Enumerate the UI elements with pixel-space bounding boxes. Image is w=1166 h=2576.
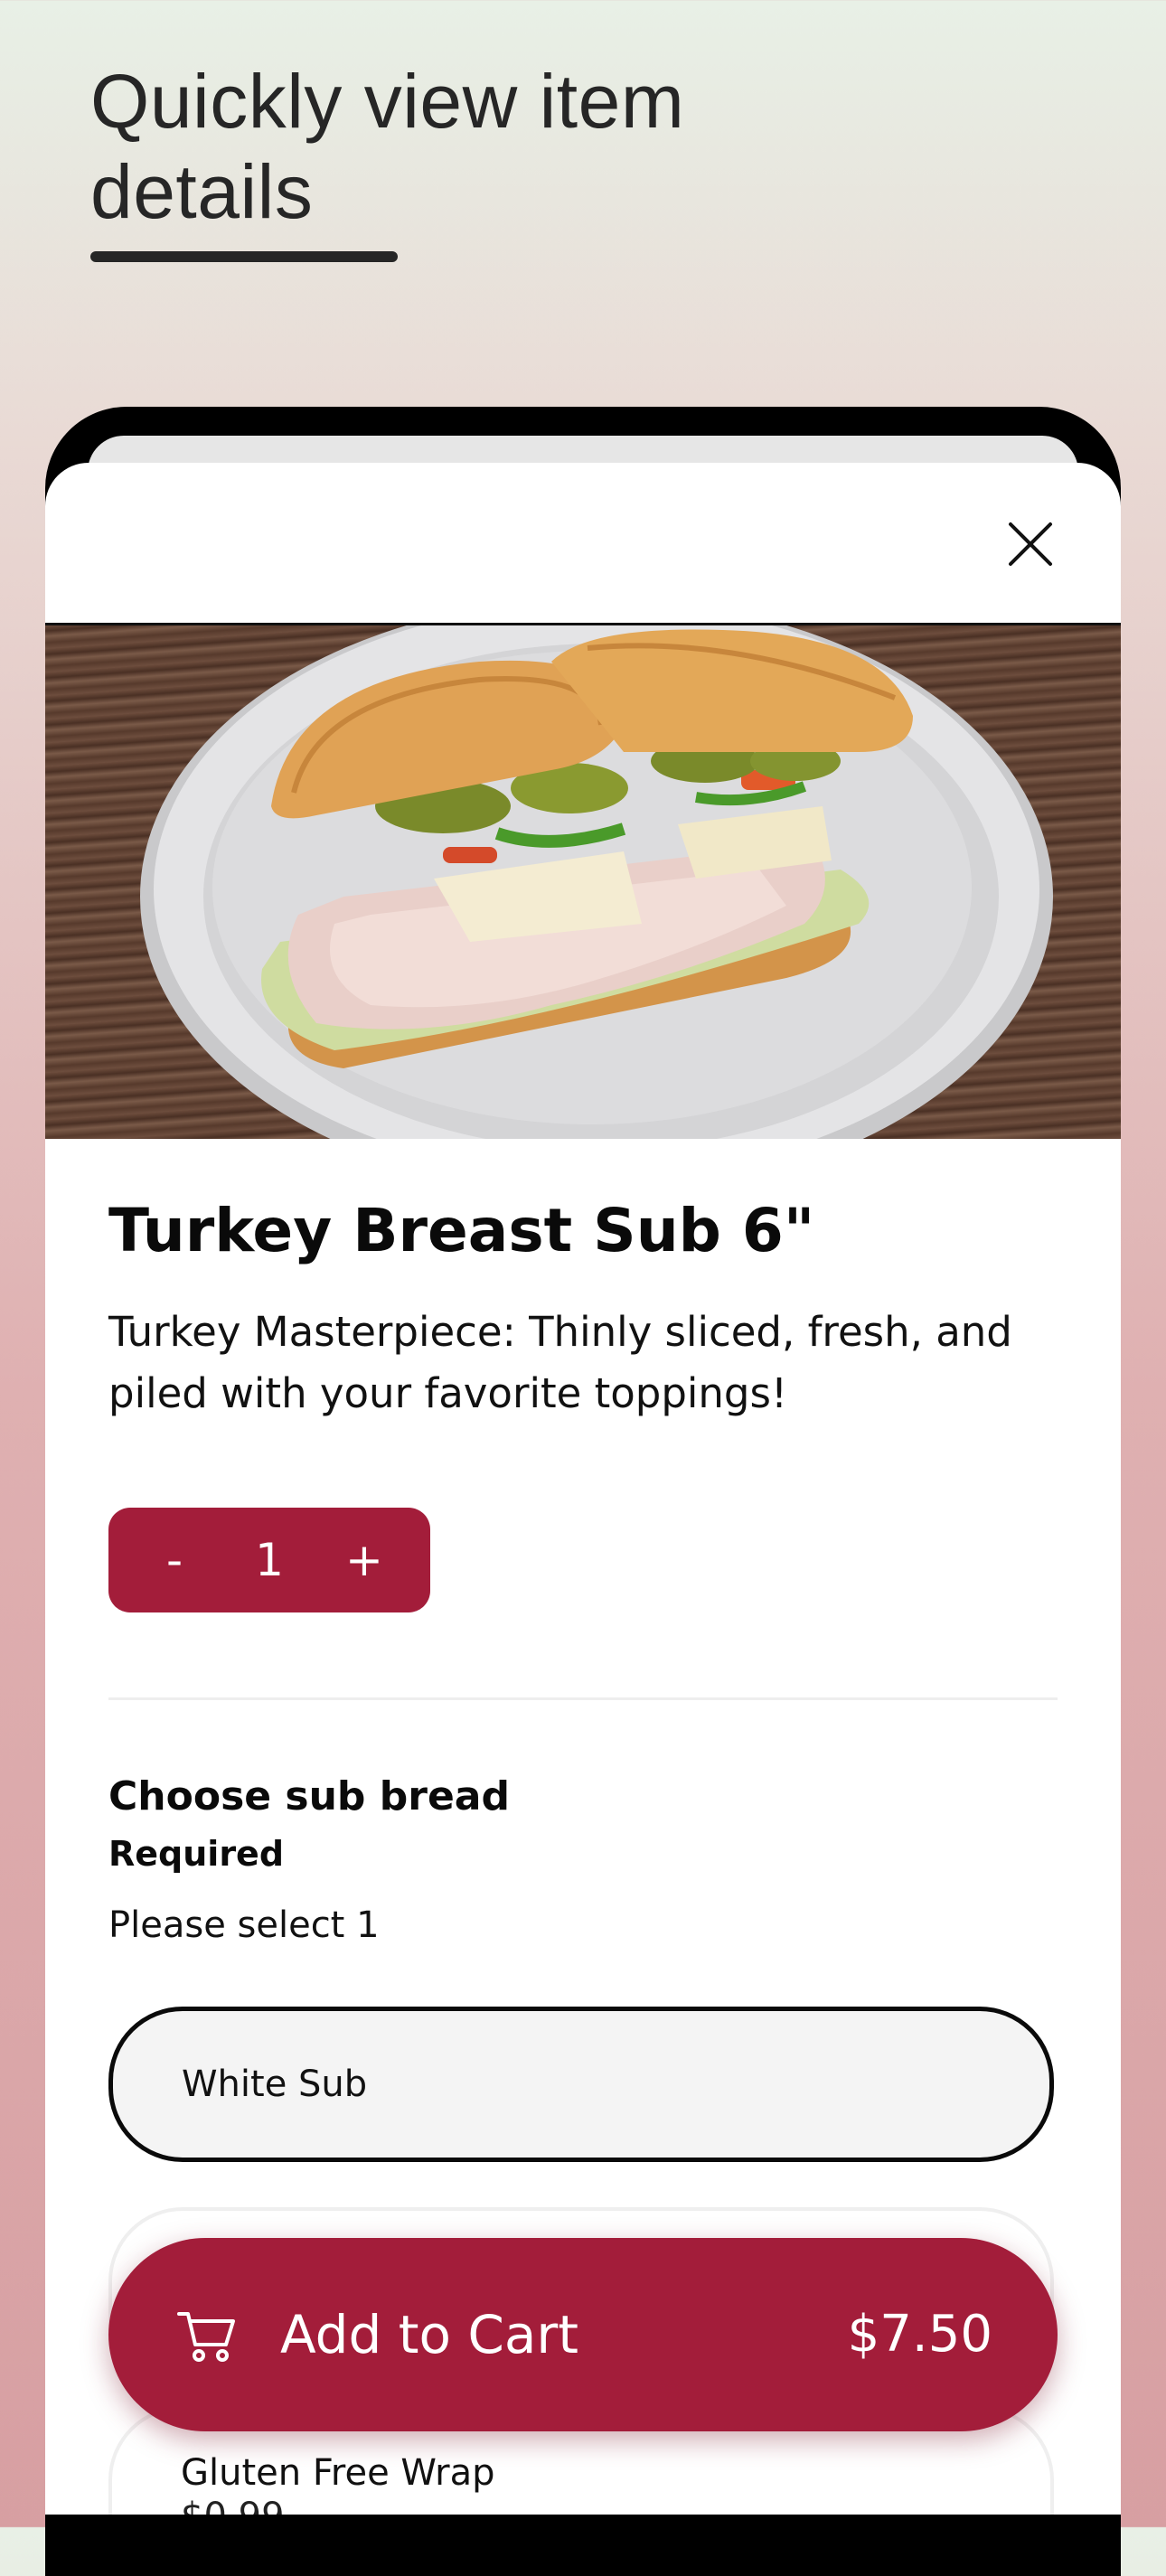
- item-modal: Turkey Breast Sub 6" Turkey Masterpiece:…: [45, 463, 1121, 2515]
- promo-headline-line1: Quickly view item: [90, 59, 685, 144]
- option-required-label: Required: [108, 1834, 285, 1874]
- option-white-sub[interactable]: White Sub: [108, 2007, 1054, 2162]
- item-title: Turkey Breast Sub 6": [108, 1196, 815, 1265]
- add-to-cart-button[interactable]: Add to Cart $7.50: [108, 2238, 1058, 2431]
- promo-headline: Quickly view item details: [90, 56, 777, 237]
- option-price: $0.99: [181, 2495, 1050, 2515]
- section-divider: [108, 1697, 1058, 1700]
- increase-quantity-button[interactable]: +: [342, 1534, 387, 1586]
- quantity-stepper: - 1 +: [108, 1508, 430, 1612]
- quantity-value: 1: [255, 1534, 284, 1586]
- item-hero-image: [45, 625, 1121, 1139]
- option-label: Gluten Free Wrap: [181, 2452, 495, 2494]
- item-description: Turkey Masterpiece: Thinly sliced, fresh…: [108, 1308, 1012, 1417]
- option-label: White Sub: [182, 2064, 368, 2105]
- promo-headline-line2: details: [90, 149, 314, 234]
- cart-total-price: $7.50: [847, 2305, 992, 2364]
- close-button[interactable]: [1003, 517, 1058, 571]
- headline-underline: [90, 251, 398, 262]
- add-to-cart-label: Add to Cart: [280, 2304, 579, 2365]
- cart-icon: [177, 2312, 235, 2362]
- option-instructions: Please select 1: [108, 1904, 380, 1946]
- turkey-sub-photo: [140, 625, 1053, 1139]
- option-group-title: Choose sub bread: [108, 1773, 510, 1819]
- decrease-quantity-button[interactable]: -: [152, 1534, 197, 1586]
- modal-header: [45, 463, 1121, 625]
- close-icon: [1009, 522, 1052, 566]
